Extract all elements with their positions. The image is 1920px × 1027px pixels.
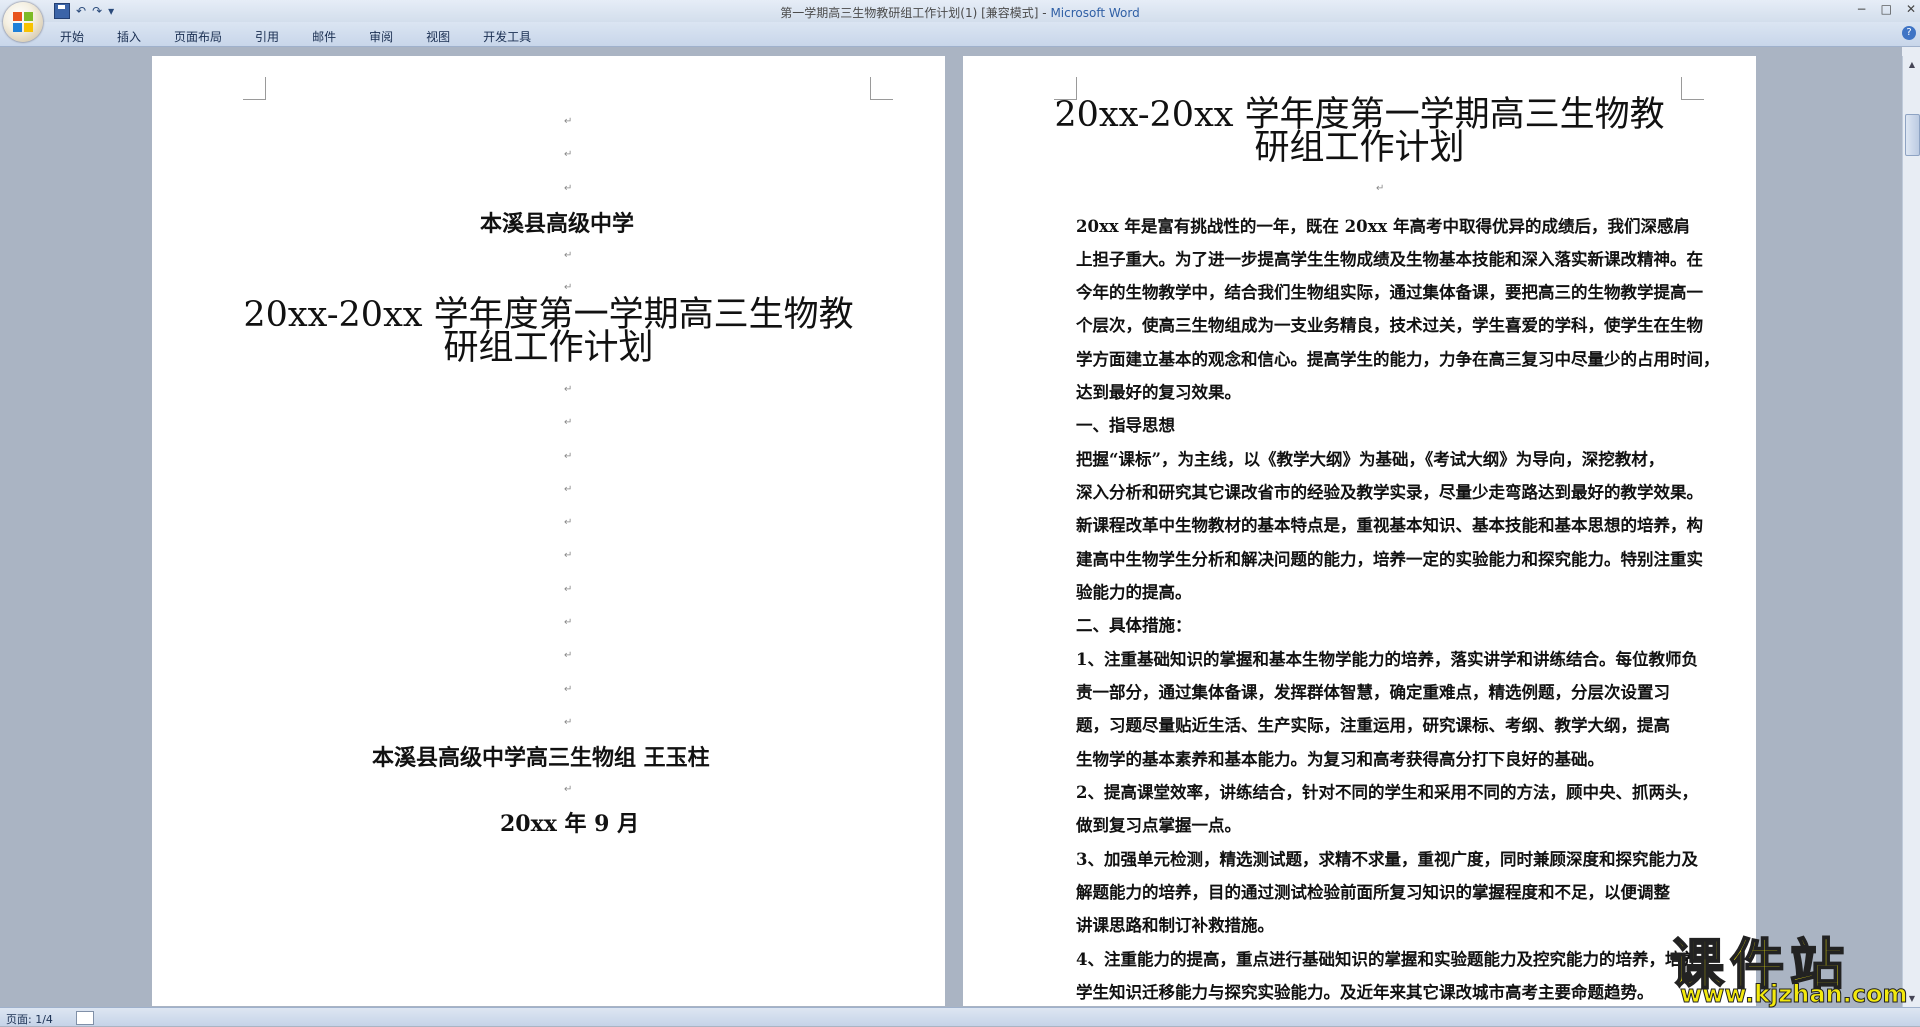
paragraph-mark: ↵ [564, 149, 573, 160]
paragraph-mark: ↵ [564, 384, 573, 395]
paragraph-mark: ↵ [564, 550, 573, 561]
paragraph-mark: ↵ [564, 250, 573, 261]
body-line: 建高中生物学生分析和解决问题的能力，培养一定的实验能力和探究能力。特别注重实 [1076, 550, 1703, 569]
tab-references[interactable]: 引用 [255, 28, 279, 45]
watermark-url: www.kjzhan.com [1679, 980, 1908, 1009]
scrollbar-thumb[interactable] [1905, 114, 1920, 156]
margin-corner-mark [1681, 77, 1704, 100]
body-line: 2、提高课堂效率，讲练结合，针对不同的学生和采用不同的方法，顾中央、抓两头， [1076, 783, 1698, 802]
body-line: 验能力的提高。 [1076, 583, 1192, 602]
paragraph-mark: ↵ [564, 183, 573, 194]
margin-corner-mark [870, 77, 893, 100]
paragraph-mark: ↵ [564, 584, 573, 595]
paragraph-mark: ↵ [1376, 183, 1385, 194]
body-line: 生物学的基本素养和基本能力。为复习和高考获得高分打下良好的基础。 [1076, 750, 1604, 769]
body-line: 3、加强单元检测，精选测试题，求精不求量，重视广度，同时兼顾深度和探究能力及 [1076, 850, 1698, 869]
paragraph-mark: ↵ [564, 650, 573, 661]
window-title: 第一学期高三生物教研组工作计划(1) [兼容模式] - Microsoft Wo… [0, 4, 1920, 21]
paragraph-mark: ↵ [564, 717, 573, 728]
body-line: 学方面建立基本的观念和信心。提高学生的能力，力争在高三复习中尽量少的占用时间， [1076, 350, 1720, 369]
body-line: 把握“课标”，为主线，以《教学大纲》为基础，《考试大纲》为导向，深挖教材， [1076, 450, 1665, 469]
tab-page-layout[interactable]: 页面布局 [174, 28, 222, 45]
body-line: 4、注重能力的提高，重点进行基础知识的掌握和实验题能力及控究能力的培养，培养 [1076, 950, 1698, 969]
author-line: 本溪县高级中学高三生物组 王玉柱 [372, 745, 710, 771]
title-bar: ↶ ↷ ▾ 第一学期高三生物教研组工作计划(1) [兼容模式] - Micros… [0, 0, 1920, 22]
tab-review[interactable]: 审阅 [369, 28, 393, 45]
ribbon: 开始 插入 页面布局 引用 邮件 审阅 视图 开发工具 ? [0, 22, 1920, 47]
cover-title: 20xx-20xx 学年度第一学期高三生物教 研组工作计划 [152, 298, 945, 368]
paragraph-mark: ↵ [564, 282, 573, 293]
spellcheck-icon[interactable] [76, 1011, 94, 1025]
document-page-2[interactable]: 20xx-20xx 学年度第一学期高三生物教 研组工作计划 ↵ 20xx 年是富… [963, 56, 1756, 1006]
paragraph-mark: ↵ [564, 484, 573, 495]
date-line: 20xx 年 9 月 [500, 811, 640, 837]
minimize-button[interactable]: − [1857, 2, 1867, 16]
paragraph-mark: ↵ [564, 684, 573, 695]
window-controls: − □ ✕ [1857, 2, 1916, 16]
watermark: 课件站 www.kjzhan.com [1669, 920, 1915, 1018]
body-line: 个层次，使高三生物组成为一支业务精良，技术过关，学生喜爱的学科，使学生在生物 [1076, 316, 1703, 335]
body-line: 责一部分，通过集体备课，发挥群体智慧，确定重难点，精选例题，分层次设置习 [1076, 683, 1670, 702]
paragraph-mark: ↵ [564, 116, 573, 127]
body-line: 今年的生物教学中，结合我们生物组实际，通过集体备课，要把高三的生物教学提高一 [1076, 283, 1703, 302]
cover-title-line2: 研组工作计划 [443, 328, 654, 368]
document-page-1[interactable]: ↵ ↵ ↵ 本溪县高级中学 ↵ ↵ 20xx-20xx 学年度第一学期高三生物教… [152, 56, 945, 1006]
body-line: 达到最好的复习效果。 [1076, 383, 1241, 402]
title-separator: - [1038, 6, 1051, 20]
app-name: Microsoft Word [1050, 6, 1140, 20]
scroll-up-icon[interactable]: ▲ [1904, 58, 1920, 72]
paragraph-mark: ↵ [564, 417, 573, 428]
body-line: 深入分析和研究其它课改省市的经验及教学实录，尽量少走弯路达到最好的教学效果。 [1076, 483, 1703, 502]
body-line: 20xx 年是富有挑战性的一年，既在 20xx 年高考中取得优异的成绩后，我们深… [1076, 217, 1691, 236]
body-line: 新课程改革中生物教材的基本特点是，重视基本知识、基本技能和基本思想的培养，构 [1076, 516, 1703, 535]
paragraph-mark: ↵ [564, 617, 573, 628]
document-title: 第一学期高三生物教研组工作计划(1) [兼容模式] [780, 6, 1039, 20]
tab-mailings[interactable]: 邮件 [312, 28, 336, 45]
body-line: 上担子重大。为了进一步提高学生生物成绩及生物基本技能和深入落实新课改精神。在 [1076, 250, 1703, 269]
tab-view[interactable]: 视图 [426, 28, 450, 45]
body-line: 讲课思路和制订补救措施。 [1076, 916, 1274, 935]
restore-button[interactable]: □ [1881, 2, 1892, 16]
body-line: 解题能力的培养，目的通过测试检验前面所复习知识的掌握程度和不足，以便调整 [1076, 883, 1670, 902]
close-button[interactable]: ✕ [1906, 2, 1916, 16]
paragraph-mark: ↵ [564, 784, 573, 795]
body-line: 做到复习点掌握一点。 [1076, 816, 1241, 835]
paragraph-mark: ↵ [564, 451, 573, 462]
paragraph-mark: ↵ [564, 517, 573, 528]
section-heading: 二、具体措施： [1076, 616, 1192, 635]
body-line: 1、注重基础知识的掌握和基本生物学能力的培养，落实讲学和讲练结合。每位教师负 [1076, 650, 1698, 669]
tab-insert[interactable]: 插入 [117, 28, 141, 45]
tab-developer[interactable]: 开发工具 [483, 28, 531, 45]
office-logo-icon [13, 12, 33, 32]
section-heading: 一、指导思想 [1076, 416, 1175, 435]
tab-home[interactable]: 开始 [60, 28, 84, 45]
office-button[interactable] [3, 2, 43, 42]
vertical-scrollbar[interactable]: ▲ ▼ [1902, 56, 1920, 1008]
document-title-line2: 研组工作计划 [1254, 128, 1465, 168]
status-bar: 页面: 1/4 [0, 1007, 1920, 1026]
margin-corner-mark [243, 77, 266, 100]
body-line: 题，习题尽量贴近生活、生产实际，注重运用，研究课标、考纲、教学大纲，提高 [1076, 716, 1670, 735]
ribbon-tabs: 开始 插入 页面布局 引用 邮件 审阅 视图 开发工具 [60, 28, 564, 45]
body-line: 学生知识迁移能力与探究实验能力。及近年来其它课改城市高考主要命题趋势。 [1076, 983, 1654, 1002]
document-title: 20xx-20xx 学年度第一学期高三生物教 研组工作计划 [963, 98, 1756, 168]
school-name: 本溪县高级中学 [480, 211, 635, 237]
help-icon[interactable]: ? [1902, 26, 1916, 40]
